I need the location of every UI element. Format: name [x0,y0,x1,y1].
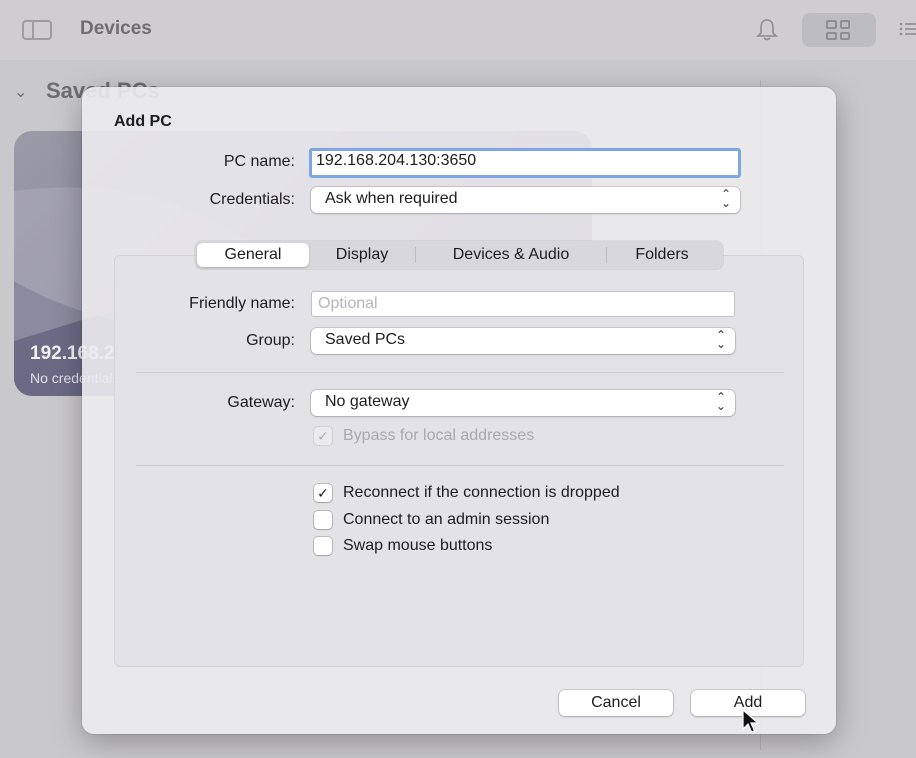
mouse-cursor-icon [742,709,760,733]
bypass-label: Bypass for local addresses [343,427,535,444]
admin-session-checkbox[interactable] [314,511,332,529]
credentials-label: Credentials: [209,191,295,208]
tab-devices-audio[interactable]: Devices & Audio [416,243,606,267]
tab-bar: General Display Devices & Audio Folders [195,241,723,269]
group-label: Group: [246,332,295,349]
chevron-down-icon[interactable]: ⌄ [14,82,27,102]
bell-icon[interactable] [756,18,780,42]
admin-session-label: Connect to an admin session [343,511,550,528]
gateway-value: No gateway [325,393,410,410]
gateway-popup[interactable]: No gateway ⌃ ⌄ [311,390,735,416]
popup-arrows-icon: ⌃ ⌄ [715,328,726,351]
tab-general[interactable]: General [197,243,309,267]
list-icon[interactable] [898,20,916,38]
tab-display[interactable]: Display [309,243,415,267]
group-popup[interactable]: Saved PCs ⌃ ⌄ [311,328,735,354]
bypass-checkbox-row: ✓ Bypass for local addresses [314,427,534,445]
swap-mouse-label: Swap mouse buttons [343,537,493,554]
cancel-button[interactable]: Cancel [559,690,673,716]
gateway-label: Gateway: [227,394,295,411]
credentials-value: Ask when required [325,190,458,207]
popup-arrows-icon: ⌃ ⌄ [720,187,731,210]
admin-session-checkbox-row[interactable]: Connect to an admin session [314,511,549,529]
swap-mouse-checkbox[interactable] [314,537,332,555]
window-title: Devices [80,18,152,39]
pc-name-label: PC name: [223,153,295,170]
friendly-name-label: Friendly name: [189,295,295,312]
separator [136,465,784,466]
swap-mouse-checkbox-row[interactable]: Swap mouse buttons [314,537,492,555]
reconnect-checkbox[interactable]: ✓ [314,484,332,502]
grid-icon [826,20,850,40]
reconnect-checkbox-row[interactable]: ✓ Reconnect if the connection is dropped [314,484,620,502]
popup-arrows-icon: ⌃ ⌄ [715,390,726,413]
sidebar-toggle-icon[interactable] [22,20,52,40]
reconnect-label: Reconnect if the connection is dropped [343,484,620,501]
credentials-popup[interactable]: Ask when required ⌃ ⌄ [311,187,740,213]
add-pc-dialog: Add PC PC name: 192.168.204.130:3650 Cre… [82,87,836,734]
bypass-checkbox: ✓ [314,427,332,445]
pc-name-field[interactable]: 192.168.204.130:3650 [309,148,741,178]
tab-folders[interactable]: Folders [607,243,717,267]
friendly-name-field[interactable]: Optional [311,291,735,317]
group-value: Saved PCs [325,331,406,348]
dialog-title: Add PC [114,113,172,130]
separator [136,372,784,373]
